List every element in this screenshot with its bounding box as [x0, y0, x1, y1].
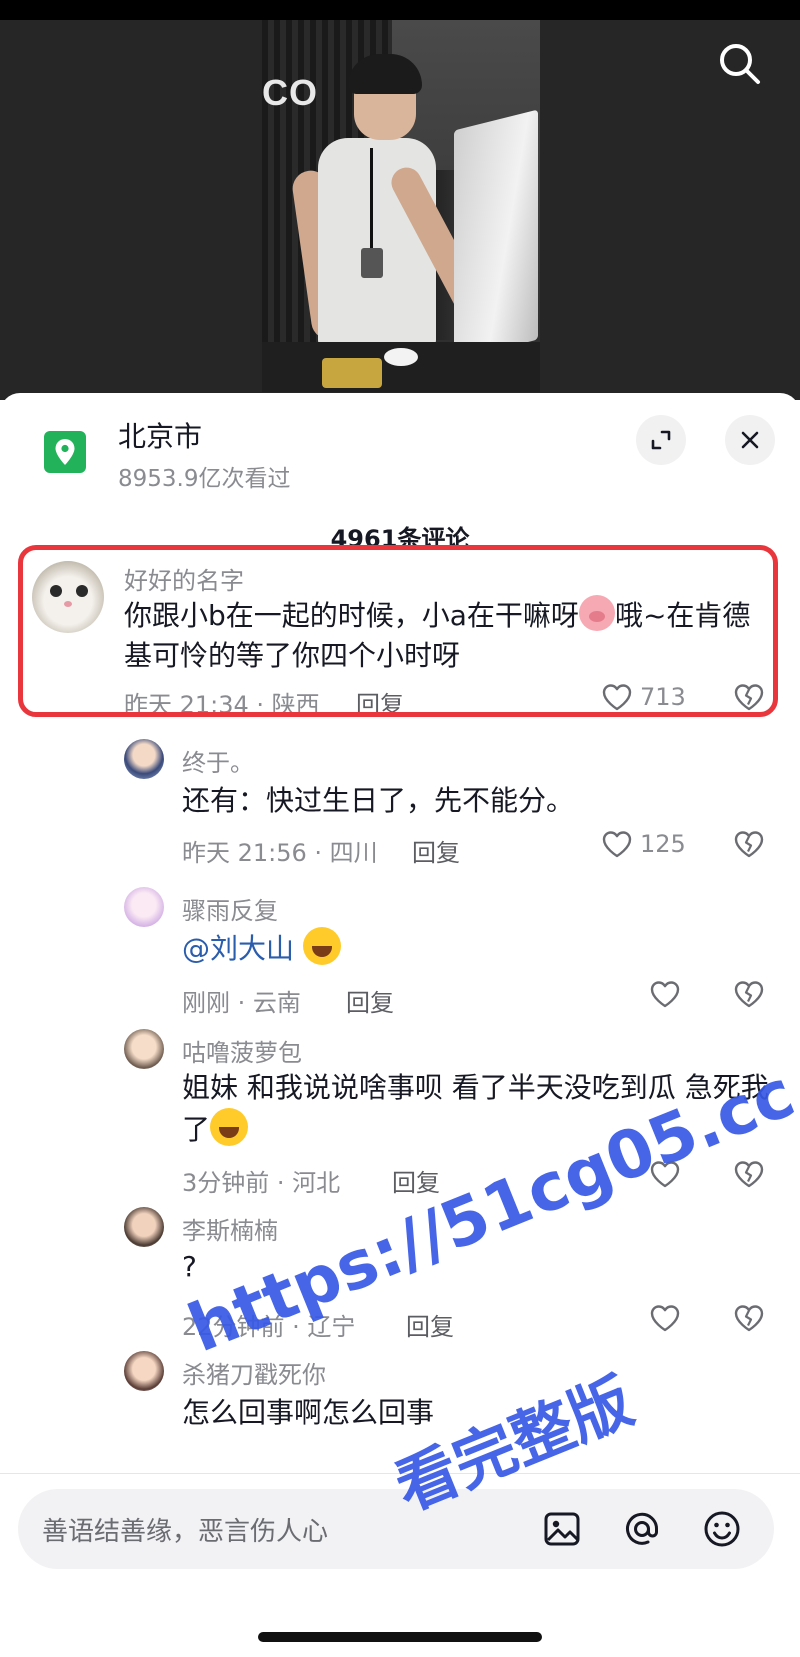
image-icon: [544, 1512, 580, 1546]
emoji-icon: [704, 1511, 740, 1547]
comment-input[interactable]: 善语结善缘，恶言伤人心: [18, 1489, 774, 1569]
video-lanyard: [370, 148, 373, 248]
video-mousepad: [322, 358, 382, 388]
video-monitor: [454, 109, 538, 361]
video-frame[interactable]: CO: [262, 20, 540, 392]
comment-input-placeholder: 善语结善缘，恶言伤人心: [42, 1517, 329, 1547]
video-badge: [361, 248, 383, 278]
video-wall-sign: CO: [262, 72, 318, 113]
video-mouse: [384, 348, 418, 366]
search-button[interactable]: [714, 38, 766, 90]
comment-text[interactable]: 怎么回事啊怎么回事: [182, 1393, 762, 1433]
avatar[interactable]: [124, 1351, 164, 1391]
video-person-body: [318, 138, 436, 348]
video-player[interactable]: CO: [0, 20, 800, 400]
status-bar: [0, 0, 800, 20]
search-icon: [720, 44, 760, 84]
divider: [0, 1473, 800, 1474]
home-indicator: [258, 1632, 542, 1642]
comment-item: 杀猪刀戳死你 怎么回事啊怎么回事: [0, 393, 800, 1473]
comment-sheet: 北京市 8953.9亿次看过 4961条评论 好好的名字 你跟小b在一起的时候，…: [0, 393, 800, 1657]
image-button[interactable]: [538, 1505, 586, 1553]
comment-username[interactable]: 杀猪刀戳死你: [182, 1355, 326, 1390]
mention-button[interactable]: [618, 1505, 666, 1553]
video-person-hair: [348, 54, 422, 94]
at-icon: [626, 1512, 659, 1545]
emoji-button[interactable]: [698, 1505, 746, 1553]
